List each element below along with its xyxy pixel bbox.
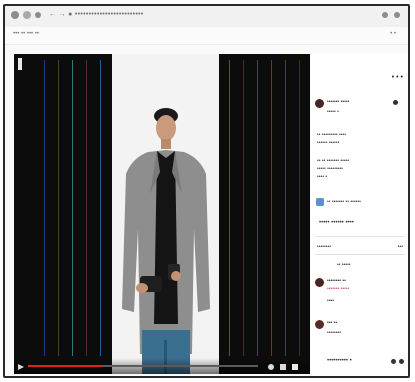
address-bar[interactable]: ← → ● ••••••••••••••••••••••••• — [49, 11, 144, 18]
header-actions[interactable]: • • — [390, 31, 396, 37]
comment-text: •••• • — [317, 174, 328, 180]
sort-dropdown[interactable]: •• ••••• — [337, 262, 351, 268]
star-icon[interactable] — [382, 12, 388, 18]
comment-text: ••••• • — [327, 109, 339, 115]
comment-text: •••••• •••••• — [317, 140, 340, 146]
comment-text: ••••• ••••••••• — [317, 166, 343, 172]
sidebar-top-icons[interactable]: • • • — [392, 74, 403, 81]
reaction-icon — [316, 198, 324, 206]
presenter-frame — [112, 54, 219, 374]
comment-text: •••• — [327, 298, 335, 304]
avatar[interactable] — [315, 99, 324, 108]
breadcrumb[interactable]: ••• •• ••• •• — [13, 31, 39, 37]
presenter-figure — [122, 108, 210, 374]
comment-text: •• •• ••••••• ••••• — [317, 158, 350, 164]
comment-author[interactable]: •••••••• •• — [327, 278, 346, 284]
progress-fill — [28, 365, 102, 367]
video-controls — [14, 358, 310, 374]
video-player[interactable] — [14, 54, 310, 374]
bookmark-icon[interactable] — [18, 58, 22, 70]
browser-toolbar: ← → ● ••••••••••••••••••••••••• — [5, 6, 408, 28]
emoji-icon[interactable] — [391, 359, 396, 364]
video-left-panel — [14, 54, 112, 374]
comment-text: •• ••••••••• •••• — [317, 132, 347, 138]
send-icon[interactable] — [399, 359, 404, 364]
reactions-summary[interactable]: •• ••••••• •• •••••• — [327, 199, 361, 205]
browser-window: ← → ● ••••••••••••••••••••••••• ••• •• •… — [3, 4, 410, 378]
menu-icon[interactable] — [394, 12, 400, 18]
volume-icon[interactable] — [268, 364, 274, 370]
comment-text: ••••••• ••••• — [327, 286, 350, 292]
avatar[interactable] — [315, 278, 324, 287]
page-header: ••• •• ••• •• • • — [5, 27, 408, 45]
comment-text: •••••••• — [327, 330, 342, 336]
comment-author[interactable]: ••• •• — [327, 320, 337, 326]
comments-sidebar: • • • ••••••• ••••• ••••• • •• •••••••••… — [311, 54, 408, 376]
back-icon[interactable] — [11, 11, 19, 19]
comment-actions[interactable]: ••••• •••••• •••• — [319, 220, 354, 226]
video-right-panel — [219, 54, 310, 374]
progress-bar[interactable] — [28, 365, 258, 367]
divider — [315, 254, 405, 255]
avatar[interactable] — [315, 320, 324, 329]
comment-input[interactable]: •••••••••• • — [327, 358, 352, 364]
forward-icon[interactable] — [23, 11, 31, 19]
fullscreen-icon[interactable] — [292, 364, 298, 370]
more-icon[interactable] — [393, 100, 398, 105]
reload-icon[interactable] — [35, 12, 41, 18]
comment-author[interactable]: ••••••• ••••• — [327, 99, 349, 105]
play-icon[interactable] — [18, 364, 24, 370]
section-label: •••••••• — [317, 244, 332, 250]
settings-icon[interactable] — [280, 364, 286, 370]
section-link[interactable]: ••• — [398, 244, 403, 250]
divider — [315, 236, 405, 237]
